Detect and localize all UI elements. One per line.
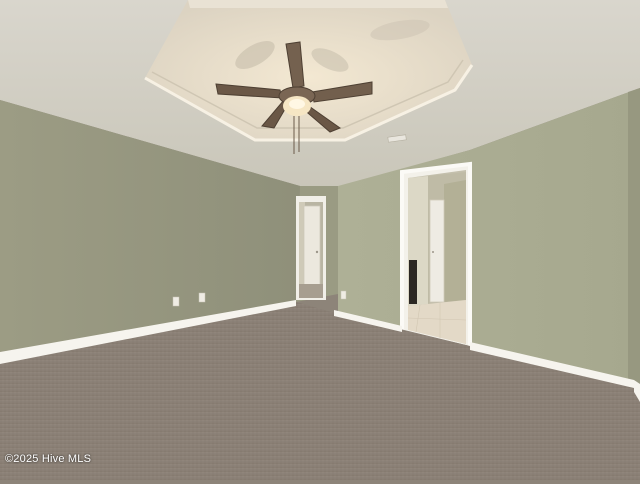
room-photo	[0, 0, 640, 480]
wall-outlet	[199, 293, 205, 302]
wall-outlet	[173, 297, 179, 306]
inner-door	[430, 200, 444, 302]
watermark-text: ©2025 Hive MLS	[5, 453, 91, 465]
hallway-doorway	[296, 196, 326, 300]
cabinet	[409, 260, 417, 304]
wall-outlet	[341, 291, 346, 299]
bathroom-doorway	[402, 164, 470, 346]
